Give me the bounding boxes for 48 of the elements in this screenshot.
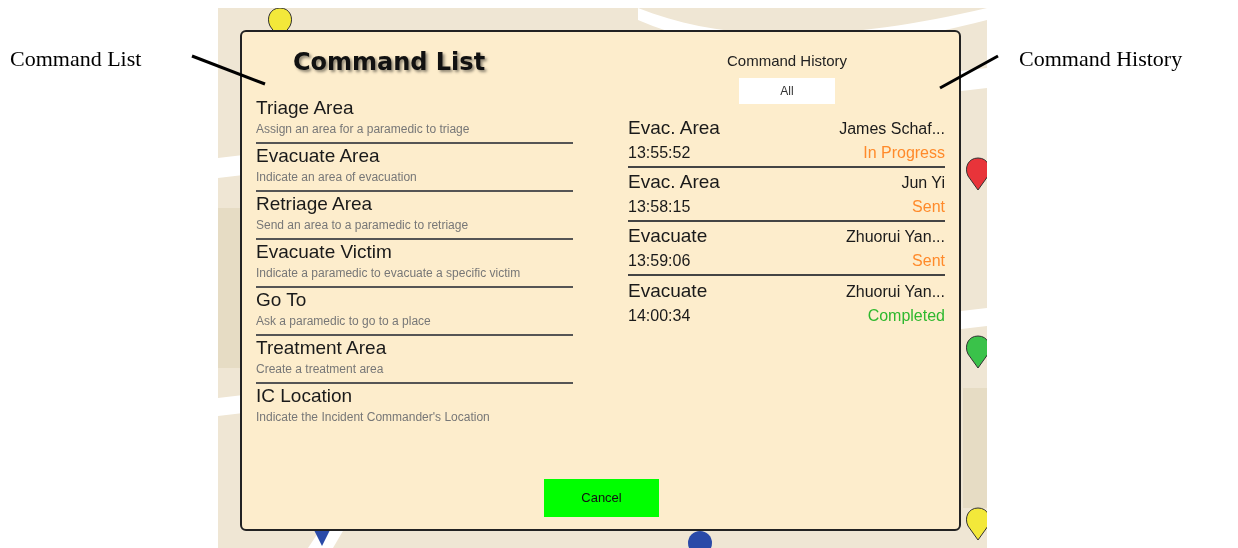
- command-description: Create a treatment area: [256, 361, 385, 378]
- history-row[interactable]: Evacuate Zhuorui Yan... 14:00:34 Completed: [628, 276, 945, 330]
- command-name: Retriage Area: [256, 192, 374, 216]
- command-description: Assign an area for a paramedic to triage: [256, 121, 471, 138]
- history-row[interactable]: Evac. Area James Schaf... 13:55:52 In Progress: [628, 114, 945, 168]
- command-description: Send an area to a paramedic to retriage: [256, 217, 470, 234]
- command-name: Go To: [256, 288, 308, 312]
- status-text: Sent: [912, 196, 945, 217]
- command-name: Evacuate Victim: [256, 240, 393, 264]
- command-item[interactable]: IC Location Indicate the Incident Commander's Location: [256, 384, 573, 432]
- command-name: Evacuate: [628, 223, 708, 248]
- command-item[interactable]: Evacuate Victim Indicate a paramedic to evacuate a specific victim: [256, 240, 573, 288]
- command-description: Indicate an area of evacuation: [256, 169, 418, 186]
- assignee-name: Zhuorui Yan...: [845, 281, 945, 302]
- command-name: Triage Area: [256, 96, 355, 120]
- command-name: Evacuate Area: [256, 144, 381, 168]
- history-row[interactable]: Evac. Area Jun Yi 13:58:15 Sent: [628, 168, 945, 222]
- callout-label: Command List: [10, 45, 142, 73]
- status-text: In Progress: [863, 142, 945, 163]
- cancel-button[interactable]: Cancel: [544, 479, 659, 517]
- command-name: Evac. Area: [628, 169, 720, 194]
- history-row[interactable]: Evacuate Zhuorui Yan... 13:59:06 Sent: [628, 222, 945, 276]
- callout-label: Command History: [1019, 45, 1183, 73]
- dialog-heading: Command List: [292, 47, 486, 78]
- command-name: Treatment Area: [256, 336, 388, 360]
- panel-title: Command History: [727, 51, 847, 71]
- command-description: Indicate a paramedic to evacuate a specific victim: [256, 265, 522, 282]
- timestamp: 13:55:52: [628, 142, 691, 163]
- status-text: Completed: [867, 305, 945, 326]
- command-item[interactable]: Treatment Area Create a treatment area: [256, 336, 573, 384]
- command-description: Ask a paramedic to go to a place: [256, 313, 432, 330]
- command-item[interactable]: Retriage Area Send an area to a paramedic to retriage: [256, 192, 573, 240]
- timestamp: 14:00:34: [628, 305, 691, 326]
- command-name: IC Location: [256, 384, 354, 408]
- command-item[interactable]: Triage Area Assign an area for a paramedic to triage: [256, 96, 573, 144]
- assignee-name: James Schaf...: [839, 118, 945, 139]
- command-name: Evac. Area: [628, 115, 720, 140]
- timestamp: 13:58:15: [628, 196, 691, 217]
- filter-dropdown[interactable]: All: [739, 78, 835, 104]
- assignee-name: Jun Yi: [901, 172, 945, 193]
- assignee-name: Zhuorui Yan...: [845, 226, 945, 247]
- status-text: Sent: [912, 250, 945, 271]
- command-name: Evacuate: [628, 278, 708, 303]
- command-item[interactable]: Evacuate Area Indicate an area of evacuation: [256, 144, 573, 192]
- command-item[interactable]: Go To Ask a paramedic to go to a place: [256, 288, 573, 336]
- leader-line: [939, 54, 999, 90]
- command-description: Indicate the Incident Commander's Location: [256, 409, 491, 426]
- timestamp: 13:59:06: [628, 250, 691, 271]
